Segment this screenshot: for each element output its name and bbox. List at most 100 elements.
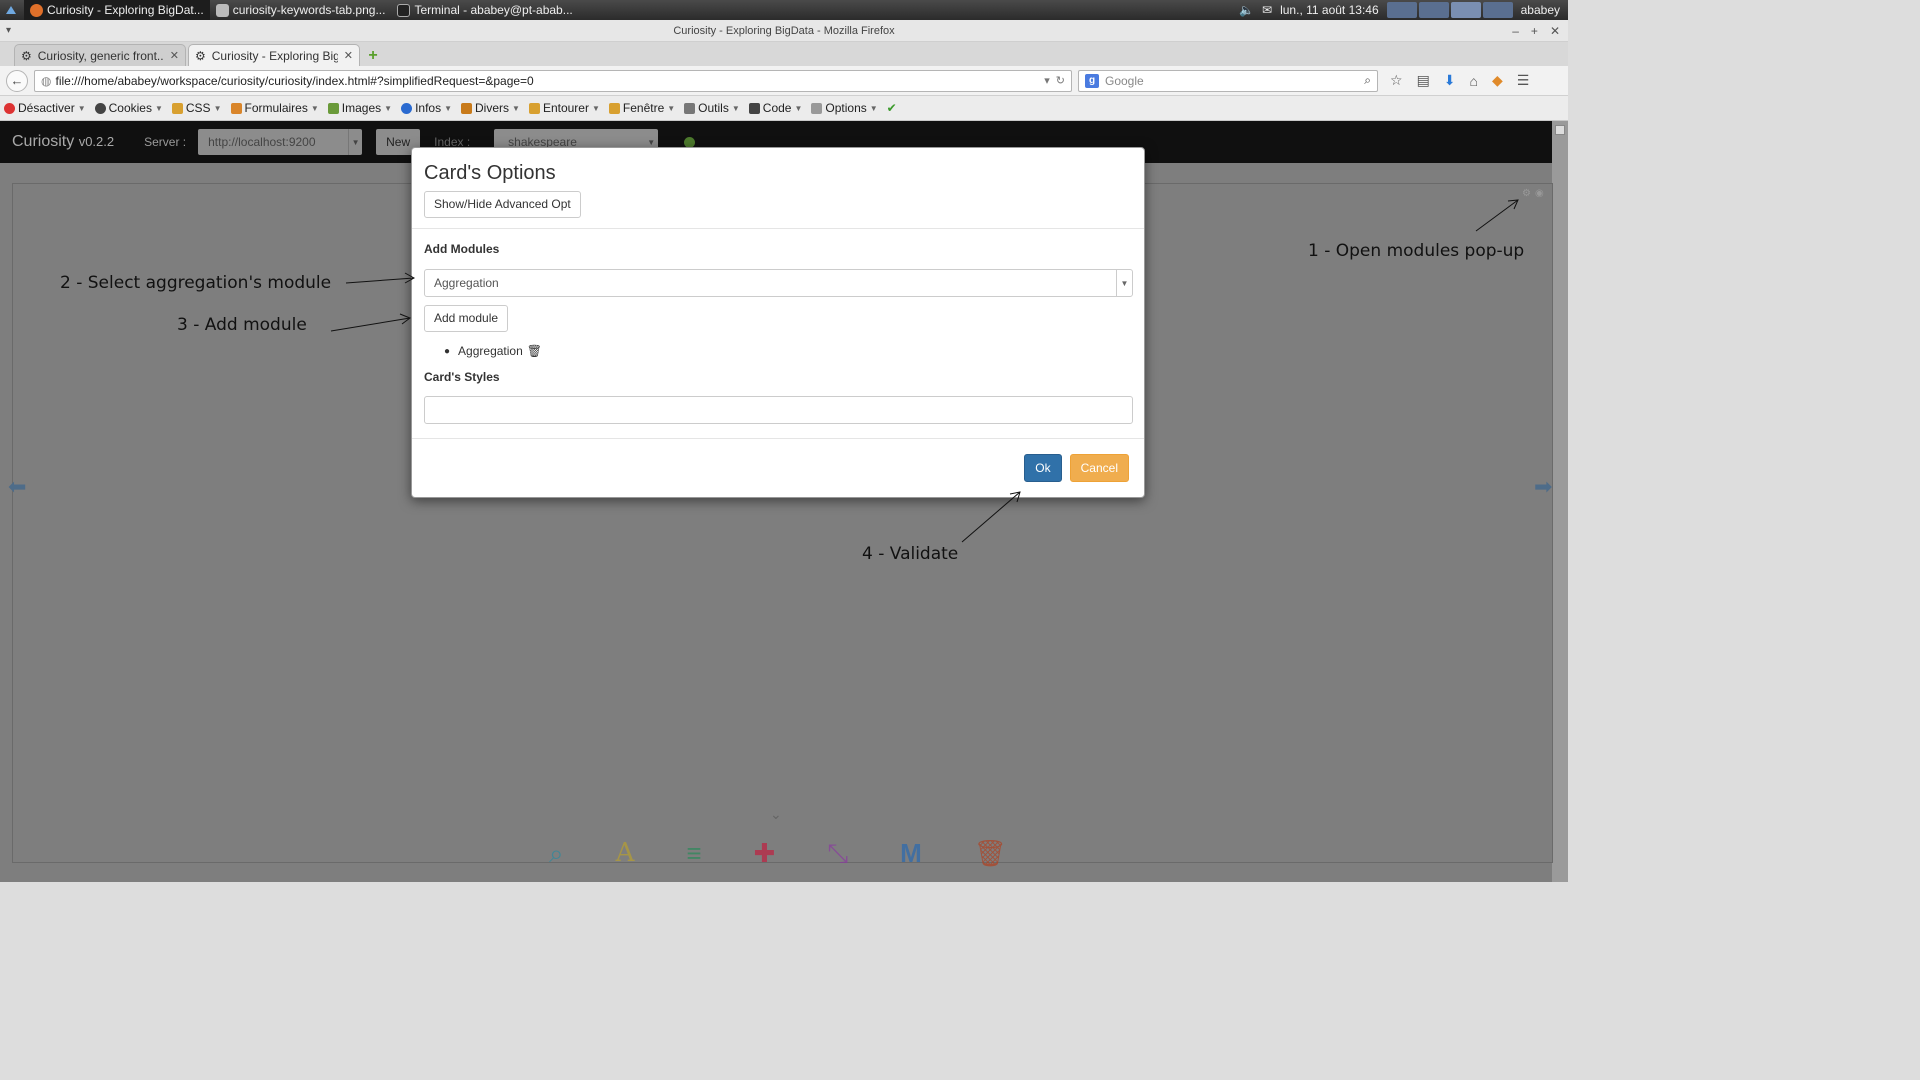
tab-curiosity-generic[interactable]: ⚙ Curiosity, generic front... ✕ — [14, 44, 186, 66]
downloads-icon[interactable]: ⬇ — [1444, 72, 1456, 89]
devbar-forms[interactable]: Formulaires ▼ — [230, 101, 319, 115]
add-module-icon[interactable]: ✚ — [754, 838, 776, 870]
tools-icon — [684, 102, 696, 114]
bookmark-star-icon[interactable]: ☆ — [1390, 72, 1403, 89]
expand-toolbar-chevron-icon[interactable]: ⌄ — [770, 806, 782, 823]
browser-tab-strip: ⚙ Curiosity, generic front... ✕ ⚙ Curios… — [0, 42, 1568, 66]
devbar-label: Outils — [698, 101, 729, 115]
terminal-icon — [397, 3, 411, 17]
user-name[interactable]: ababey — [1521, 3, 1560, 17]
devbar-infos[interactable]: Infos ▼ — [401, 101, 452, 115]
window-titlebar: ▾ Curiosity - Exploring BigData - Mozill… — [0, 20, 1568, 42]
m-module-icon[interactable]: M — [900, 838, 922, 870]
reload-icon[interactable]: ↻ — [1056, 74, 1065, 87]
xfce-menu-icon[interactable] — [2, 1, 20, 19]
devbar-tools[interactable]: Outils ▼ — [684, 101, 740, 115]
bookmarks-list-icon[interactable]: ▤ — [1417, 72, 1430, 89]
maximize-icon[interactable]: + — [1531, 20, 1538, 42]
workspace-3[interactable] — [1450, 2, 1481, 18]
close-tab-icon[interactable]: ✕ — [170, 49, 179, 62]
module-select[interactable]: Aggregation ▼ — [424, 269, 1133, 297]
disable-icon — [4, 102, 15, 114]
devbar-cookies[interactable]: Cookies ▼ — [94, 101, 163, 115]
google-engine-icon[interactable]: g — [1085, 73, 1099, 88]
search-placeholder: Google — [1105, 73, 1144, 88]
previous-card-arrow-icon[interactable]: ⬅ — [8, 474, 26, 500]
taskbar-task-terminal[interactable]: Terminal - ababey@pt-abab... — [391, 0, 578, 20]
app-brand[interactable]: Curiosity v0.2.2 — [12, 133, 114, 151]
addon-icon[interactable]: ◆ — [1492, 72, 1503, 89]
window-menu-icon[interactable]: ▾ — [6, 20, 11, 42]
checkmark-icon: ✔ — [886, 101, 897, 115]
chevron-down-icon: ▼ — [310, 103, 319, 113]
menu-icon[interactable]: ☰ — [1517, 72, 1530, 89]
ok-button[interactable]: Ok — [1024, 454, 1062, 482]
add-module-button[interactable]: Add module — [424, 305, 509, 332]
devbar-label: Désactiver — [18, 101, 75, 115]
mail-icon[interactable]: ✉ — [1262, 3, 1272, 17]
expand-module-icon[interactable]: ⤡ — [827, 838, 848, 870]
volume-icon[interactable]: 🔈 — [1239, 3, 1254, 17]
next-card-arrow-icon[interactable]: ➡ — [1534, 474, 1552, 500]
search-module-icon[interactable]: ⌕ — [549, 838, 564, 870]
workspace-switcher[interactable] — [1386, 2, 1513, 18]
devbar-css[interactable]: CSS ▼ — [171, 101, 222, 115]
taskbar-task-label: Curiosity - Exploring BigDat... — [47, 3, 204, 17]
list-module-icon[interactable]: ≡ — [686, 838, 701, 870]
url-bar[interactable]: ◍ file:///home/ababey/workspace/curiosit… — [34, 69, 1072, 92]
server-value: http://localhost:9200 — [208, 135, 316, 149]
window-title: Curiosity - Exploring BigData - Mozilla … — [673, 25, 895, 37]
chevron-down-icon: ▼ — [512, 103, 520, 113]
devbar-window[interactable]: Fenêtre ▼ — [608, 101, 675, 115]
close-tab-icon[interactable]: ✕ — [344, 49, 353, 62]
new-tab-icon[interactable]: + — [362, 46, 384, 66]
devbar-options[interactable]: Options ▼ — [811, 101, 878, 115]
gear-icon[interactable]: ⚙ — [1522, 188, 1531, 199]
bottom-module-toolbar: ⌕ A ≡ ✚ ⤡ M 🗑 — [549, 838, 1007, 870]
pencil-icon — [608, 102, 620, 114]
add-modules-label: Add Modules — [424, 242, 500, 256]
workspace-1[interactable] — [1386, 2, 1417, 18]
font-module-icon[interactable]: A — [616, 838, 635, 870]
show-hide-advanced-button[interactable]: Show/Hide Advanced Opt — [424, 191, 581, 218]
page-scrollbar[interactable] — [1552, 121, 1568, 882]
card-options-modal: Card's Options Show/Hide Advanced Opt Ad… — [411, 147, 1145, 498]
devbar-label: CSS — [185, 101, 211, 115]
module-name: Aggregation — [458, 344, 523, 358]
search-bar[interactable]: g Google ⌕ — [1078, 69, 1378, 92]
eye-icon[interactable]: ◉ — [1535, 188, 1544, 199]
desktop-taskbar: Curiosity - Exploring BigDat... curiosit… — [0, 0, 1568, 20]
taskbar-task-firefox[interactable]: Curiosity - Exploring BigDat... — [24, 0, 210, 20]
devbar-images[interactable]: Images ▼ — [327, 101, 393, 115]
devbar-label: Entourer — [542, 101, 589, 115]
home-icon[interactable]: ⌂ — [1470, 73, 1478, 89]
server-label: Server : — [144, 135, 187, 149]
devbar-outline[interactable]: Entourer ▼ — [528, 101, 600, 115]
card-styles-input[interactable] — [424, 396, 1133, 424]
devbar-code[interactable]: Code ▼ — [748, 101, 802, 115]
url-history-dropdown-icon[interactable]: ▾ — [1044, 74, 1050, 87]
cancel-button[interactable]: Cancel — [1069, 454, 1129, 482]
server-select[interactable]: http://localhost:9200 ▼ — [198, 129, 363, 155]
globe-icon: ◍ — [41, 73, 52, 88]
scrollbar-thumb[interactable] — [1555, 125, 1565, 135]
chevron-down-icon: ▼ — [384, 103, 393, 113]
minimize-icon[interactable]: – — [1512, 20, 1519, 42]
close-window-icon[interactable]: ✕ — [1550, 20, 1560, 42]
devbar-misc[interactable]: Divers ▼ — [461, 101, 520, 115]
tab-curiosity-exploring[interactable]: ⚙ Curiosity - Exploring Big... ✕ — [188, 44, 360, 66]
back-button[interactable]: ← — [6, 69, 28, 92]
workspace-2[interactable] — [1418, 2, 1449, 18]
devbar-disable[interactable]: Désactiver ▼ — [4, 101, 86, 115]
trash-icon[interactable]: 🗑 — [527, 344, 542, 358]
code-icon — [748, 102, 760, 114]
workspace-4[interactable] — [1482, 2, 1513, 18]
search-icon[interactable]: ⌕ — [1364, 73, 1371, 88]
devbar-validate[interactable]: ✔ — [887, 101, 897, 115]
chevron-down-icon: ▼ — [591, 103, 600, 113]
clock[interactable]: lun., 11 août 13:46 — [1280, 3, 1379, 17]
taskbar-task-image[interactable]: curiosity-keywords-tab.png... — [210, 0, 392, 20]
trash-module-icon[interactable]: 🗑 — [974, 838, 1007, 870]
cookies-icon — [94, 102, 106, 114]
chevron-down-icon: ▼ — [731, 103, 740, 113]
